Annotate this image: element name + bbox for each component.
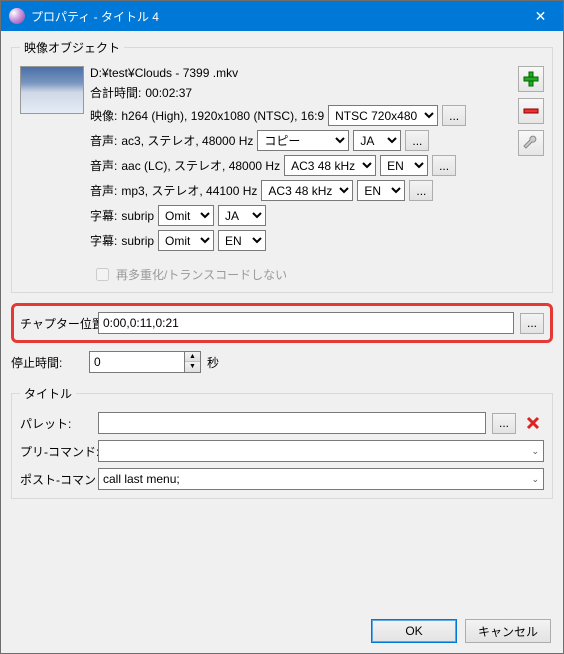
audio2-lang-select[interactable]: EN: [380, 155, 428, 176]
audio1-details-button[interactable]: ...: [405, 130, 429, 151]
audio3-codec-select[interactable]: AC3 48 kHz: [261, 180, 353, 201]
sub2-label: 字幕:: [90, 232, 117, 249]
chevron-down-icon: ⌄: [531, 446, 539, 457]
sub2-lang-select[interactable]: EN: [218, 230, 266, 251]
audio2-codec-select[interactable]: AC3 48 kHz: [284, 155, 376, 176]
pause-input[interactable]: [89, 351, 184, 373]
audio1-label: 音声:: [90, 132, 117, 149]
remux-checkbox: [96, 268, 109, 281]
dialog-window: プロパティ - タイトル 4 ✕ 映像オブジェクト D:¥test¥Clouds…: [0, 0, 564, 654]
palette-label: パレット:: [20, 415, 92, 432]
wrench-icon: [523, 135, 539, 151]
minus-icon: [523, 103, 539, 119]
palette-clear-button[interactable]: [522, 412, 544, 434]
video-object-group: 映像オブジェクト D:¥test¥Clouds - 7399 .mkv 合計時間…: [11, 39, 553, 293]
video-stream-label: 映像:: [90, 107, 117, 124]
sub1-label: 字幕:: [90, 207, 117, 224]
pre-command-combo[interactable]: ⌄: [98, 440, 544, 462]
remux-label: 再多重化/トランスコードしない: [116, 266, 287, 283]
cancel-button[interactable]: キャンセル: [465, 619, 551, 643]
video-details-button[interactable]: ...: [442, 105, 466, 126]
pause-label: 停止時間:: [11, 354, 83, 371]
audio1-info: ac3, ステレオ, 48000 Hz: [121, 132, 253, 149]
audio2-details-button[interactable]: ...: [432, 155, 456, 176]
post-command-label: ポスト-コマンド:: [20, 471, 92, 488]
chapter-browse-button[interactable]: ...: [520, 313, 544, 334]
settings-button[interactable]: [518, 130, 544, 156]
ok-button[interactable]: OK: [371, 619, 457, 643]
window-title: プロパティ - タイトル 4: [31, 8, 518, 25]
post-command-combo[interactable]: call last menu; ⌄: [98, 468, 544, 490]
chapter-label: チャプター位置:: [20, 315, 92, 332]
audio1-codec-select[interactable]: コピー: [257, 130, 349, 151]
chevron-down-icon: ⌄: [531, 474, 539, 485]
post-command-value: call last menu;: [103, 472, 180, 486]
pause-spinner[interactable]: ▲ ▼: [89, 351, 201, 373]
total-time-label: 合計時間:: [90, 84, 141, 101]
audio1-lang-select[interactable]: JA: [353, 130, 401, 151]
palette-input[interactable]: [98, 412, 486, 434]
pause-unit: 秒: [207, 354, 219, 371]
sub2-info: subrip: [121, 234, 154, 248]
remove-button[interactable]: [518, 98, 544, 124]
chapter-input[interactable]: [98, 312, 514, 334]
audio2-info: aac (LC), ステレオ, 48000 Hz: [121, 157, 280, 174]
chapter-highlight: チャプター位置: ...: [11, 303, 553, 343]
dialog-body: 映像オブジェクト D:¥test¥Clouds - 7399 .mkv 合計時間…: [1, 31, 563, 517]
sub1-info: subrip: [121, 209, 154, 223]
file-path: D:¥test¥Clouds - 7399 .mkv: [90, 66, 238, 80]
side-buttons: [518, 66, 544, 255]
sub1-mode-select[interactable]: Omit: [158, 205, 214, 226]
audio3-lang-select[interactable]: EN: [357, 180, 405, 201]
video-details: D:¥test¥Clouds - 7399 .mkv 合計時間: 00:02:3…: [90, 66, 512, 255]
audio3-details-button[interactable]: ...: [409, 180, 433, 201]
pre-command-label: プリ-コマンド:: [20, 443, 92, 460]
app-icon: [9, 8, 25, 24]
spin-down-button[interactable]: ▼: [185, 362, 200, 372]
close-button[interactable]: ✕: [518, 1, 563, 31]
plus-icon: [523, 71, 539, 87]
video-thumbnail: [20, 66, 84, 114]
spin-up-button[interactable]: ▲: [185, 352, 200, 362]
palette-browse-button[interactable]: ...: [492, 413, 516, 434]
titlebar: プロパティ - タイトル 4 ✕: [1, 1, 563, 31]
title-group: タイトル パレット: ... プリ-コマンド: ⌄ ポスト-コマンド: c: [11, 385, 553, 499]
audio3-label: 音声:: [90, 182, 117, 199]
x-icon: [526, 416, 540, 430]
title-group-legend: タイトル: [20, 385, 76, 402]
dialog-buttons: OK キャンセル: [371, 619, 551, 643]
add-button[interactable]: [518, 66, 544, 92]
audio2-label: 音声:: [90, 157, 117, 174]
sub2-mode-select[interactable]: Omit: [158, 230, 214, 251]
sub1-lang-select[interactable]: JA: [218, 205, 266, 226]
video-stream-info: h264 (High), 1920x1080 (NTSC), 16:9: [121, 109, 324, 123]
total-time-value: 00:02:37: [145, 86, 192, 100]
video-group-legend: 映像オブジェクト: [20, 39, 124, 56]
audio3-info: mp3, ステレオ, 44100 Hz: [121, 182, 257, 199]
video-preset-select[interactable]: NTSC 720x480: [328, 105, 438, 126]
